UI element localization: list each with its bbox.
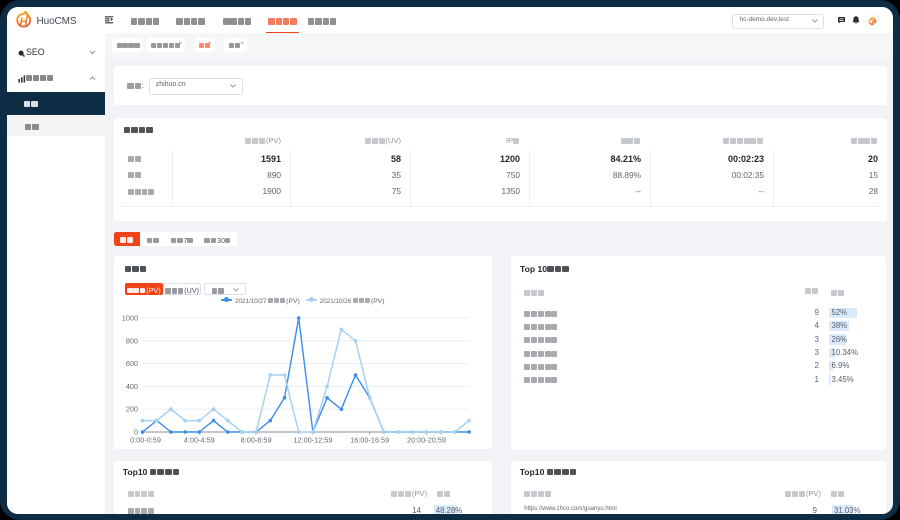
svg-text:16:00-16:59: 16:00-16:59: [350, 436, 389, 445]
svg-text:12:00-12:59: 12:00-12:59: [293, 436, 332, 445]
svg-text:400: 400: [126, 382, 138, 391]
svg-text:600: 600: [126, 359, 138, 368]
svg-text:200: 200: [126, 405, 138, 414]
svg-text:1000: 1000: [122, 314, 138, 323]
svg-text:20:00-20:59: 20:00-20:59: [407, 436, 446, 445]
svg-text:4:00-4:59: 4:00-4:59: [184, 436, 215, 445]
svg-text:0:00-0:59: 0:00-0:59: [130, 436, 161, 445]
svg-text:800: 800: [126, 336, 138, 345]
svg-text:8:00-8:59: 8:00-8:59: [241, 436, 272, 445]
svg-text:H: H: [19, 16, 28, 28]
